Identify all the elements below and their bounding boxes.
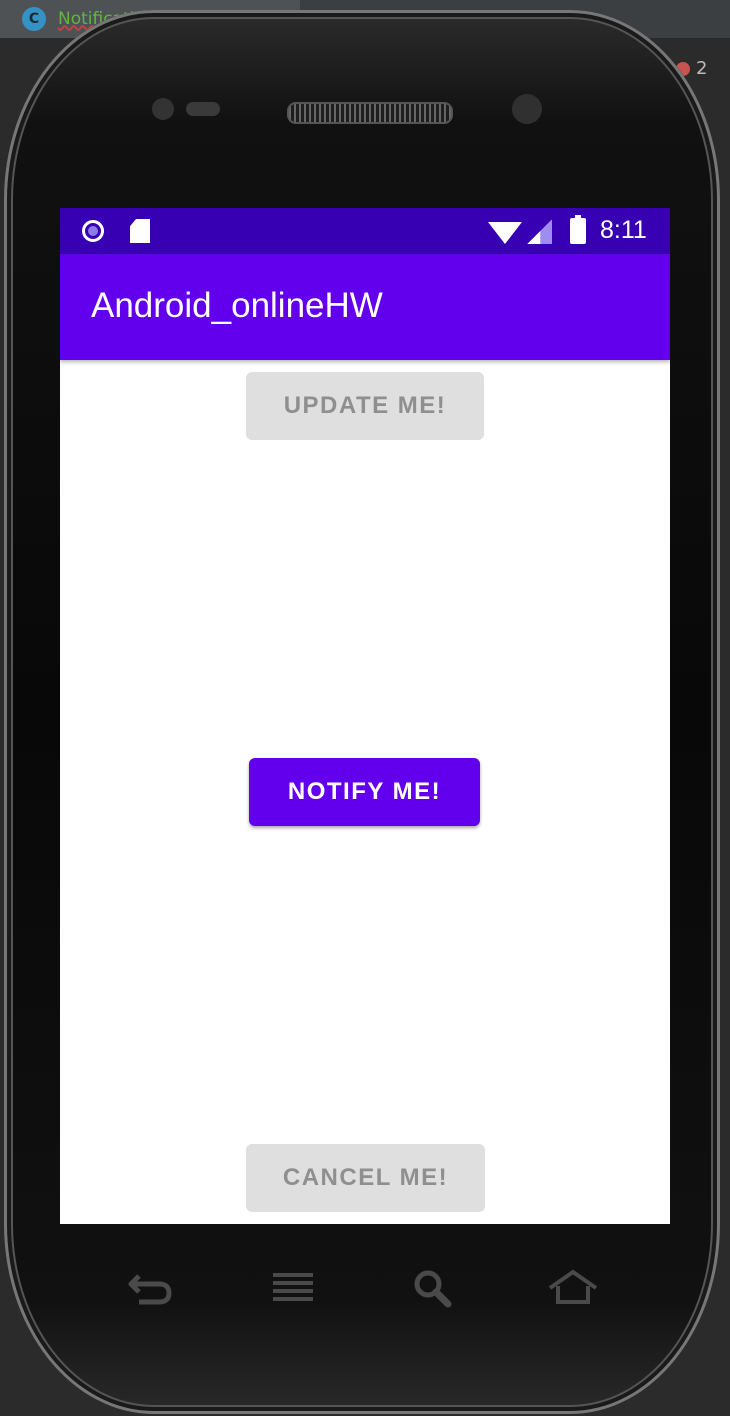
app-title: Android_onlineHW bbox=[91, 286, 383, 325]
class-file-icon: C bbox=[22, 7, 46, 31]
home-icon bbox=[548, 1269, 598, 1304]
front-camera-icon bbox=[512, 94, 542, 124]
cancel-button[interactable]: CANCEL ME! bbox=[246, 1144, 485, 1212]
sensor-icon bbox=[186, 102, 220, 116]
home-button[interactable] bbox=[548, 1268, 598, 1308]
menu-button[interactable] bbox=[268, 1268, 318, 1308]
battery-icon bbox=[570, 215, 586, 244]
back-icon bbox=[128, 1274, 172, 1305]
search-icon bbox=[414, 1270, 452, 1308]
update-button[interactable]: UPDATE ME! bbox=[246, 372, 484, 440]
back-button[interactable] bbox=[125, 1268, 175, 1308]
notification-dot-icon bbox=[82, 220, 104, 242]
sensor-icon bbox=[152, 98, 174, 120]
search-button[interactable] bbox=[408, 1268, 458, 1308]
status-clock: 8:11 bbox=[600, 216, 647, 244]
status-bar: 8:11 bbox=[60, 208, 670, 254]
sd-card-icon bbox=[130, 219, 150, 243]
notify-button[interactable]: NOTIFY ME! bbox=[249, 758, 480, 826]
menu-icon bbox=[273, 1273, 313, 1301]
device-screen: 8:11 Android_onlineHW UPDATE ME! NOTIFY … bbox=[60, 208, 670, 1224]
speaker-grille bbox=[287, 102, 453, 124]
app-bar: Android_onlineHW bbox=[60, 254, 670, 360]
error-count: 2 bbox=[696, 58, 708, 79]
wifi-icon bbox=[488, 222, 522, 244]
signal-icon bbox=[526, 220, 552, 244]
